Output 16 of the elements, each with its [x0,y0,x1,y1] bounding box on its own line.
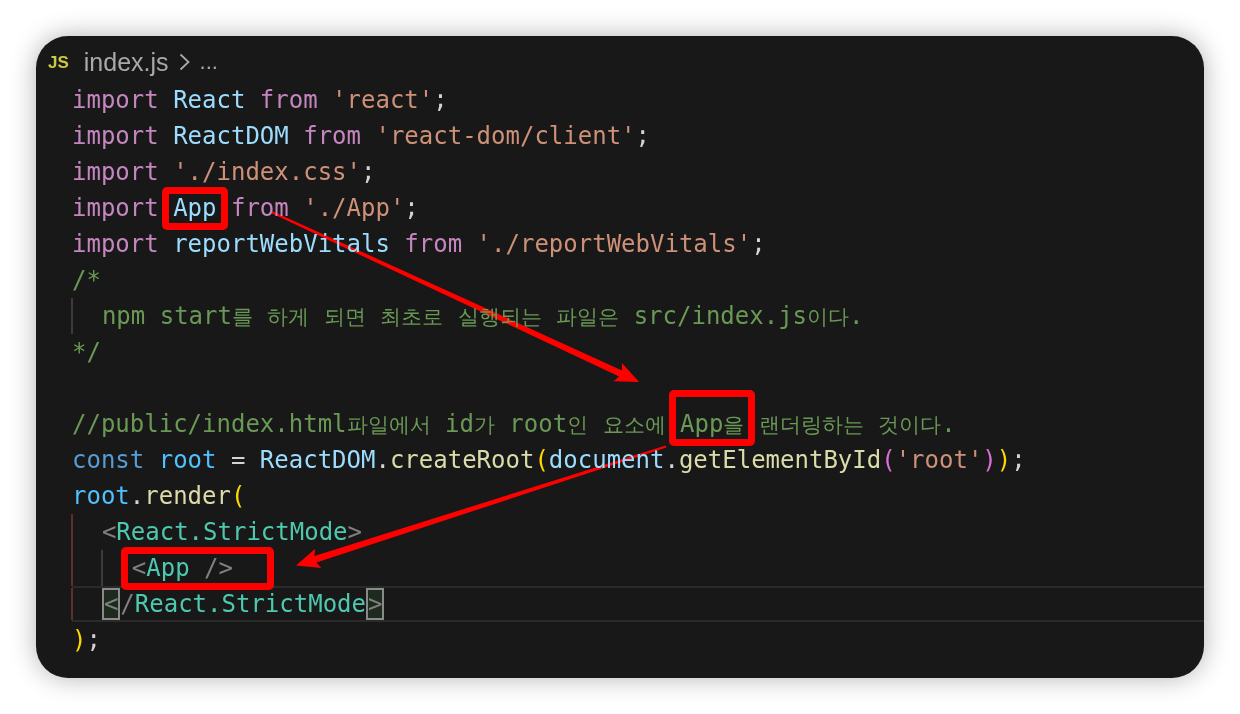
code-line: <React.StrictMode> [72,514,1204,550]
code-line: import ReactDOM from 'react-dom/client'; [72,121,651,152]
breadcrumb-file[interactable]: index.js [83,47,169,77]
code-line: <App /> [72,550,1204,586]
code-line: //public/index.html파일에서 id가 root인 요소에 App을 랜더링하는 것이다. [72,409,957,440]
code-line: import React from 'react'; [72,85,449,116]
code-line: </React.StrictMode> [72,586,1204,622]
code-line: import App from './App'; [72,193,420,224]
code-line: */ [72,337,102,368]
chevron-right-icon [178,53,190,71]
code-line: root.render( [72,481,247,512]
file-type-icon: JS [48,53,69,71]
code-line: ); [72,625,102,656]
code-line: import './index.css'; [72,157,377,188]
code-line: /* [72,265,102,296]
breadcrumb-more[interactable]: ... [199,48,218,76]
